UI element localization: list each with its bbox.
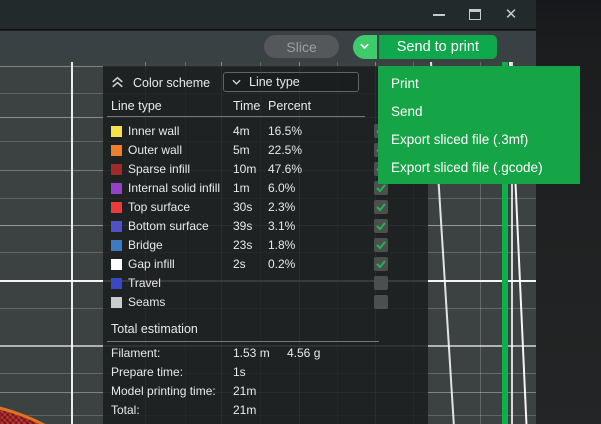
maximize-icon <box>469 9 481 20</box>
send-to-print-button[interactable]: Send to print <box>379 35 497 59</box>
line-type-label: Inner wall <box>128 124 179 138</box>
total-estimation-title: Total estimation <box>111 322 198 336</box>
line-type-color-swatch <box>111 126 122 137</box>
line-type-percent: 0.2% <box>268 257 295 271</box>
double-chevron-up-icon <box>111 75 124 88</box>
menu-item-export-sliced-file-3mf[interactable]: Export sliced file (.3mf) <box>378 126 580 154</box>
col-line-type: Line type <box>111 99 162 113</box>
line-type-visibility-checkbox[interactable] <box>374 295 388 309</box>
menu-item-export-sliced-file-gcode[interactable]: Export sliced file (.gcode) <box>378 154 580 182</box>
header-divider <box>107 116 365 117</box>
line-type-row: Top surface 30s 2.3% <box>103 198 428 217</box>
panel-title: Color scheme <box>133 76 210 90</box>
slice-button[interactable]: Slice <box>264 35 338 58</box>
menu-item-print[interactable]: Print <box>378 70 580 98</box>
estimation-row: Total: 21m <box>103 401 428 420</box>
line-type-row: Seams <box>103 293 428 312</box>
line-type-row: Bottom surface 39s 3.1% <box>103 217 428 236</box>
chevron-down-icon <box>231 77 242 88</box>
estimation-value-1: 1s <box>233 365 246 379</box>
checkmark-icon <box>375 220 387 232</box>
titlebar: ✕ <box>0 0 536 30</box>
estimation-value-1: 1.53 m <box>233 346 270 360</box>
line-type-time: 2s <box>233 257 246 271</box>
line-type-label: Internal solid infill <box>128 181 220 195</box>
line-type-color-swatch <box>111 145 122 156</box>
line-type-color-swatch <box>111 164 122 175</box>
line-type-visibility-checkbox[interactable] <box>374 219 388 233</box>
line-type-time: 5m <box>233 143 250 157</box>
line-type-percent: 16.5% <box>268 124 302 138</box>
chevron-down-icon <box>359 41 370 52</box>
line-type-time: 1m <box>233 181 250 195</box>
line-type-color-swatch <box>111 259 122 270</box>
send-to-print-menu: PrintSendExport sliced file (.3mf)Export… <box>378 66 580 184</box>
line-type-time: 39s <box>233 219 252 233</box>
estimation-value-1: 21m <box>233 403 256 417</box>
total-divider <box>107 341 379 342</box>
close-button[interactable]: ✕ <box>500 4 522 26</box>
slicer-app-window: ✕ Slice Send to print Color scheme <box>0 0 601 424</box>
line-type-visibility-checkbox[interactable] <box>374 276 388 290</box>
checkmark-icon <box>375 201 387 213</box>
maximize-button[interactable] <box>464 4 486 26</box>
estimation-row: Prepare time: 1s <box>103 363 428 382</box>
line-type-percent: 2.3% <box>268 200 295 214</box>
toolbar: Slice Send to print <box>0 31 536 62</box>
line-type-label: Bottom surface <box>128 219 209 233</box>
minimize-button[interactable] <box>428 4 450 26</box>
line-type-row: Gap infill 2s 0.2% <box>103 255 428 274</box>
view-mode-value: Line type <box>249 75 300 89</box>
line-type-color-swatch <box>111 183 122 194</box>
line-type-time: 4m <box>233 124 250 138</box>
send-options-dropdown-button[interactable] <box>353 35 377 59</box>
checkmark-icon <box>375 258 387 270</box>
col-time: Time <box>233 99 260 113</box>
menu-item-send[interactable]: Send <box>378 98 580 126</box>
line-type-label: Top surface <box>128 200 190 214</box>
line-type-percent: 3.1% <box>268 219 295 233</box>
line-type-color-swatch <box>111 221 122 232</box>
line-type-percent: 6.0% <box>268 181 295 195</box>
close-icon: ✕ <box>505 7 518 22</box>
right-strip <box>536 0 601 424</box>
send-split-button: Send to print <box>353 35 497 59</box>
window-controls: ✕ <box>428 4 522 26</box>
line-type-label: Bridge <box>128 238 163 252</box>
line-type-label: Seams <box>128 295 165 309</box>
estimation-row: Model printing time: 21m <box>103 382 428 401</box>
line-type-label: Gap infill <box>128 257 175 271</box>
line-type-visibility-checkbox[interactable] <box>374 257 388 271</box>
estimation-label: Prepare time: <box>111 365 183 379</box>
estimation-row: Filament: 1.53 m 4.56 g <box>103 344 428 363</box>
line-type-visibility-checkbox[interactable] <box>374 238 388 252</box>
estimation-label: Model printing time: <box>111 384 216 398</box>
estimation-value-2: 4.56 g <box>287 346 320 360</box>
line-type-percent: 22.5% <box>268 143 302 157</box>
collapse-panel-button[interactable] <box>111 75 124 91</box>
line-type-color-swatch <box>111 297 122 308</box>
line-type-time: 30s <box>233 200 252 214</box>
line-type-label: Travel <box>128 276 161 290</box>
line-type-label: Sparse infill <box>128 162 190 176</box>
col-percent: Percent <box>268 99 311 113</box>
estimation-label: Total: <box>111 403 140 417</box>
line-type-row: Travel <box>103 274 428 293</box>
line-type-percent: 47.6% <box>268 162 302 176</box>
line-type-label: Outer wall <box>128 143 182 157</box>
line-type-row: Bridge 23s 1.8% <box>103 236 428 255</box>
estimation-label: Filament: <box>111 346 160 360</box>
minimize-icon <box>433 14 445 16</box>
line-type-color-swatch <box>111 278 122 289</box>
line-type-visibility-checkbox[interactable] <box>374 200 388 214</box>
checkmark-icon <box>375 239 387 251</box>
line-type-color-swatch <box>111 202 122 213</box>
view-mode-dropdown[interactable]: Line type <box>223 72 359 92</box>
estimation-value-1: 21m <box>233 384 256 398</box>
line-type-time: 10m <box>233 162 256 176</box>
line-type-color-swatch <box>111 240 122 251</box>
line-type-time: 23s <box>233 238 252 252</box>
line-type-percent: 1.8% <box>268 238 295 252</box>
